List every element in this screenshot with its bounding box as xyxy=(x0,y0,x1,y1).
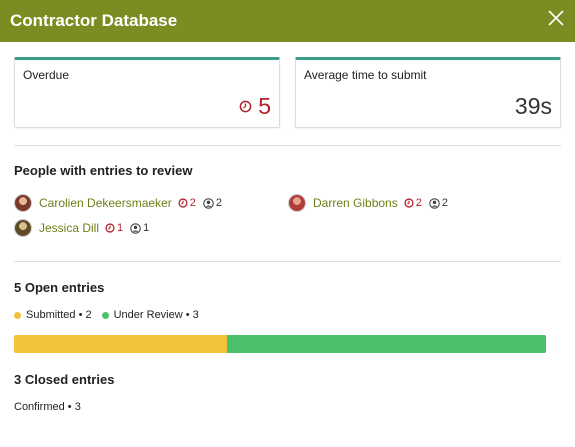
avg-time-label: Average time to submit xyxy=(304,68,427,82)
overdue-count: 1 xyxy=(117,222,124,234)
assigned-stat: 2 xyxy=(429,197,448,209)
progress-segment-under-review[interactable] xyxy=(226,335,546,353)
avg-time-number: 39s xyxy=(514,93,552,119)
person-row-darren[interactable]: Darren Gibbons 2 2 xyxy=(288,193,455,213)
app-header: Contractor Database xyxy=(0,0,575,42)
assigned-count: 2 xyxy=(441,197,448,209)
overdue-stat: 2 xyxy=(404,197,422,209)
person-name[interactable]: Jessica Dill xyxy=(39,221,99,235)
avg-time-value: 39s xyxy=(515,93,552,120)
overdue-stat: 1 xyxy=(105,222,123,234)
legend-item-submitted: Submitted • 2 xyxy=(14,309,92,321)
person-name[interactable]: Darren Gibbons xyxy=(313,196,398,210)
legend-label: Under Review • 3 xyxy=(113,309,199,321)
open-entries-progress-bar xyxy=(14,335,546,353)
person-row-carolien[interactable]: Carolien Dekeersmaeker 2 2 xyxy=(14,193,229,213)
clock-icon xyxy=(239,100,252,113)
closed-entries-title: 3 Closed entries xyxy=(14,372,115,387)
person-row-jessica[interactable]: Jessica Dill 1 1 xyxy=(14,218,156,238)
open-entries-title: 5 Open entries xyxy=(14,280,105,295)
avatar xyxy=(14,219,32,237)
assigned-stat: 1 xyxy=(130,222,149,234)
user-icon xyxy=(429,197,440,209)
review-section-title: People with entries to review xyxy=(14,163,193,178)
divider xyxy=(14,261,561,262)
person-name[interactable]: Carolien Dekeersmaeker xyxy=(39,196,172,210)
overdue-count: 5 xyxy=(258,93,271,119)
overdue-label: Overdue xyxy=(23,68,70,82)
assigned-count: 1 xyxy=(143,222,150,234)
legend-dot xyxy=(14,311,21,319)
progress-segment-submitted[interactable] xyxy=(14,335,227,353)
page-title: Contractor Database xyxy=(10,11,178,30)
closed-confirmed-count: Confirmed • 3 xyxy=(14,401,81,413)
user-icon xyxy=(130,222,141,234)
assigned-stat: 2 xyxy=(203,197,222,209)
clock-icon xyxy=(105,223,115,233)
divider xyxy=(14,145,561,146)
open-entries-legend: Submitted • 2 Under Review • 3 xyxy=(14,309,209,321)
overdue-count: 2 xyxy=(189,197,196,209)
avg-time-card[interactable]: Average time to submit 39s xyxy=(295,57,561,128)
legend-label: Submitted • 2 xyxy=(26,309,92,321)
overdue-card[interactable]: Overdue 5 xyxy=(14,57,280,128)
overdue-count: 2 xyxy=(415,197,422,209)
user-icon xyxy=(203,197,214,209)
legend-dot xyxy=(101,311,109,319)
close-button[interactable] xyxy=(546,8,566,28)
overdue-stat: 2 xyxy=(178,197,196,209)
clock-icon xyxy=(178,198,188,208)
close-icon xyxy=(548,10,564,26)
avatar xyxy=(14,194,32,212)
overdue-value: 5 xyxy=(239,93,271,120)
legend-item-under-review: Under Review • 3 xyxy=(101,309,199,321)
clock-icon xyxy=(404,198,414,208)
assigned-count: 2 xyxy=(215,197,222,209)
avatar xyxy=(288,194,306,212)
